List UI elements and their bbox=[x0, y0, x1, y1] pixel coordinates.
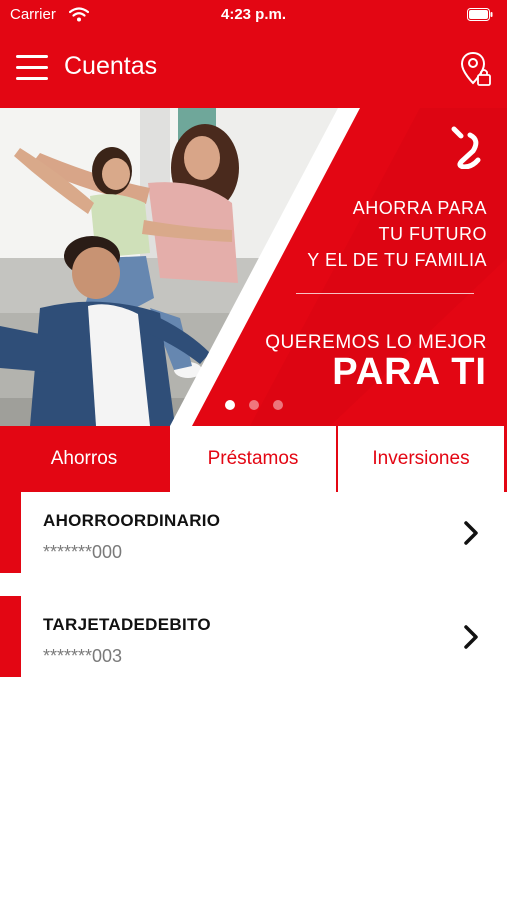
carousel-dot-2[interactable] bbox=[249, 400, 259, 410]
chevron-right-icon bbox=[464, 521, 478, 545]
page-title: Cuentas bbox=[64, 52, 158, 80]
hamburger-menu-icon[interactable] bbox=[16, 55, 48, 81]
status-time: 4:23 p.m. bbox=[220, 6, 287, 23]
account-number: *******003 bbox=[43, 646, 123, 666]
status-bar: Carrier 4:23 p.m. bbox=[0, 0, 507, 30]
banner-headline: PARA TI bbox=[332, 351, 487, 393]
banner-line-2: TU FUTURO bbox=[378, 224, 487, 244]
app-header: Cuentas bbox=[0, 30, 507, 108]
battery-icon bbox=[467, 8, 493, 21]
banner-line-3: Y EL DE TU FAMILIA bbox=[307, 250, 487, 270]
brand-logo-icon bbox=[451, 126, 481, 169]
account-row[interactable]: TARJETADEDEBITO *******003 bbox=[0, 596, 507, 677]
tab-ahorros[interactable]: Ahorros bbox=[0, 426, 168, 492]
account-tabs: Ahorros Préstamos Inversiones bbox=[0, 426, 507, 492]
tab-prestamos[interactable]: Préstamos bbox=[170, 426, 336, 492]
account-marker bbox=[0, 492, 21, 573]
promo-banner[interactable]: AHORRA PARA TU FUTURO Y EL DE TU FAMILIA… bbox=[0, 108, 507, 426]
tab-inversiones[interactable]: Inversiones bbox=[338, 426, 504, 492]
carousel-dot-1[interactable] bbox=[225, 400, 235, 410]
account-marker bbox=[0, 596, 21, 677]
tab-label: Ahorros bbox=[50, 448, 118, 469]
tab-label: Inversiones bbox=[372, 448, 470, 469]
account-name: AHORROORDINARIO bbox=[43, 511, 221, 530]
tab-label: Préstamos bbox=[207, 448, 299, 469]
banner-divider bbox=[296, 293, 474, 294]
account-row[interactable]: AHORROORDINARIO *******000 bbox=[0, 492, 507, 573]
carousel-dot-3[interactable] bbox=[273, 400, 283, 410]
account-name: TARJETADEDEBITO bbox=[43, 615, 211, 634]
banner-line-1: AHORRA PARA bbox=[352, 198, 487, 218]
chevron-right-icon bbox=[464, 625, 478, 649]
account-number: *******000 bbox=[43, 542, 123, 562]
location-lock-icon[interactable] bbox=[459, 50, 493, 88]
